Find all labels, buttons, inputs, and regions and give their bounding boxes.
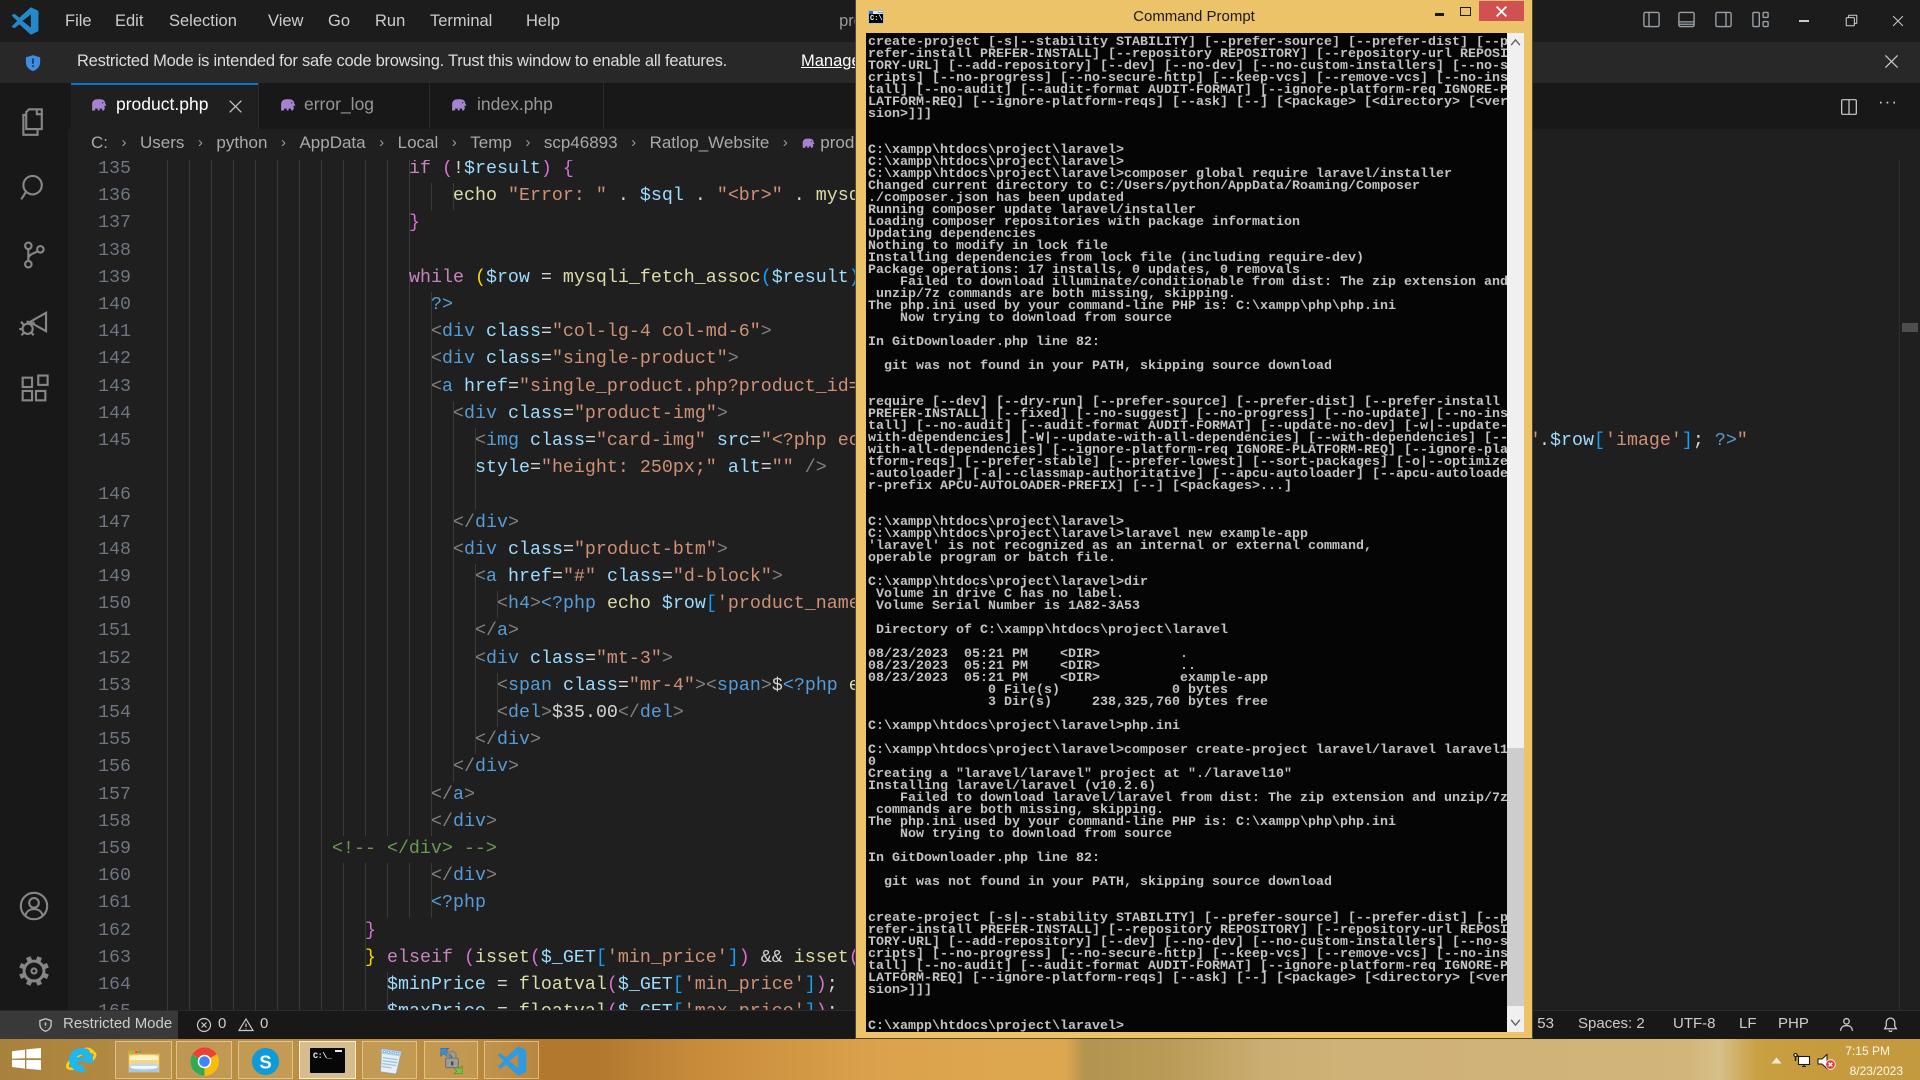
svg-text:S: S [259,1051,271,1072]
